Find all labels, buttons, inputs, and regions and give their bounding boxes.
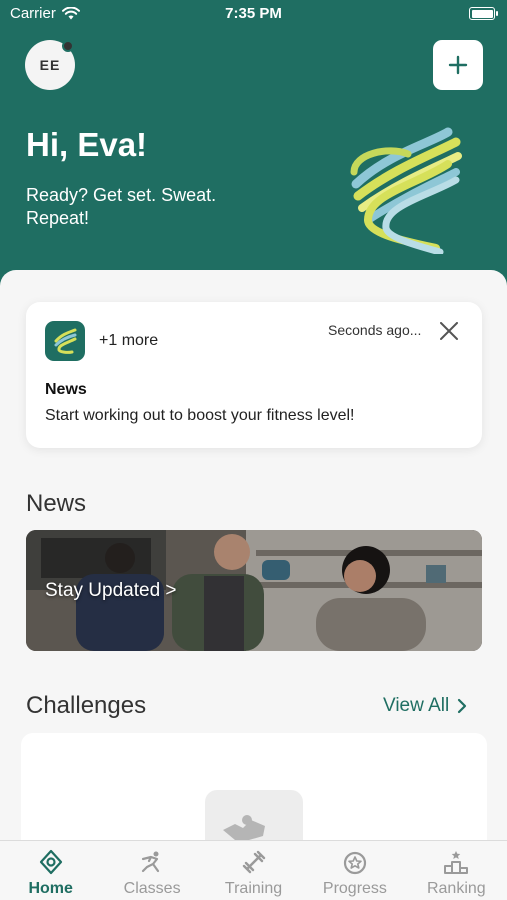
tab-home-label: Home <box>28 880 73 897</box>
tab-training-label: Training <box>224 880 283 897</box>
notification-dot <box>62 40 74 52</box>
status-time: 7:35 PM <box>225 5 282 22</box>
close-icon <box>440 322 458 340</box>
news-section-heading: News <box>26 490 87 517</box>
tab-ranking[interactable]: Ranking <box>406 841 507 900</box>
tab-progress[interactable]: Progress <box>304 841 405 900</box>
plus-icon <box>448 55 468 75</box>
notification-more-count: +1 more <box>99 332 159 349</box>
notification-title: News <box>45 381 87 398</box>
home-icon <box>39 849 62 875</box>
notification-card[interactable]: +1 more Seconds ago... News Start workin… <box>26 302 482 448</box>
brand-logo <box>350 127 462 254</box>
tab-home[interactable]: Home <box>0 841 101 900</box>
view-all-label: View All <box>383 695 450 716</box>
training-icon <box>242 850 265 874</box>
news-banner[interactable]: Stay Updated > <box>26 530 482 651</box>
chevron-right-icon <box>458 698 467 714</box>
app-icon <box>45 321 85 361</box>
add-button[interactable] <box>433 40 483 90</box>
challenges-section-heading: Challenges <box>26 692 147 719</box>
status-bar: Carrier 7:35 PM <box>0 0 507 30</box>
notification-time: Seconds ago... <box>328 322 422 338</box>
tab-ranking-label: Ranking <box>426 880 486 897</box>
challenge-card[interactable] <box>21 733 487 860</box>
tab-bar: Home Classes Training Progress Ranking <box>0 840 507 900</box>
notification-body: Start working out to boost your fitness … <box>45 407 355 424</box>
greeting-title: Hi, Eva! <box>26 126 148 163</box>
tab-training[interactable]: Training <box>203 841 304 900</box>
battery-icon <box>469 7 498 20</box>
progress-icon <box>343 851 367 875</box>
news-banner-label: Stay Updated > <box>45 580 177 601</box>
classes-icon <box>142 851 160 873</box>
view-all-link[interactable]: View All <box>383 695 467 717</box>
tab-progress-label: Progress <box>322 880 387 897</box>
tab-classes-label: Classes <box>123 880 181 897</box>
ranking-icon <box>444 851 469 874</box>
greeting-tagline: Ready? Get set. Sweat. Repeat! <box>26 185 217 228</box>
tab-classes[interactable]: Classes <box>101 841 202 900</box>
close-button[interactable] <box>436 318 462 344</box>
